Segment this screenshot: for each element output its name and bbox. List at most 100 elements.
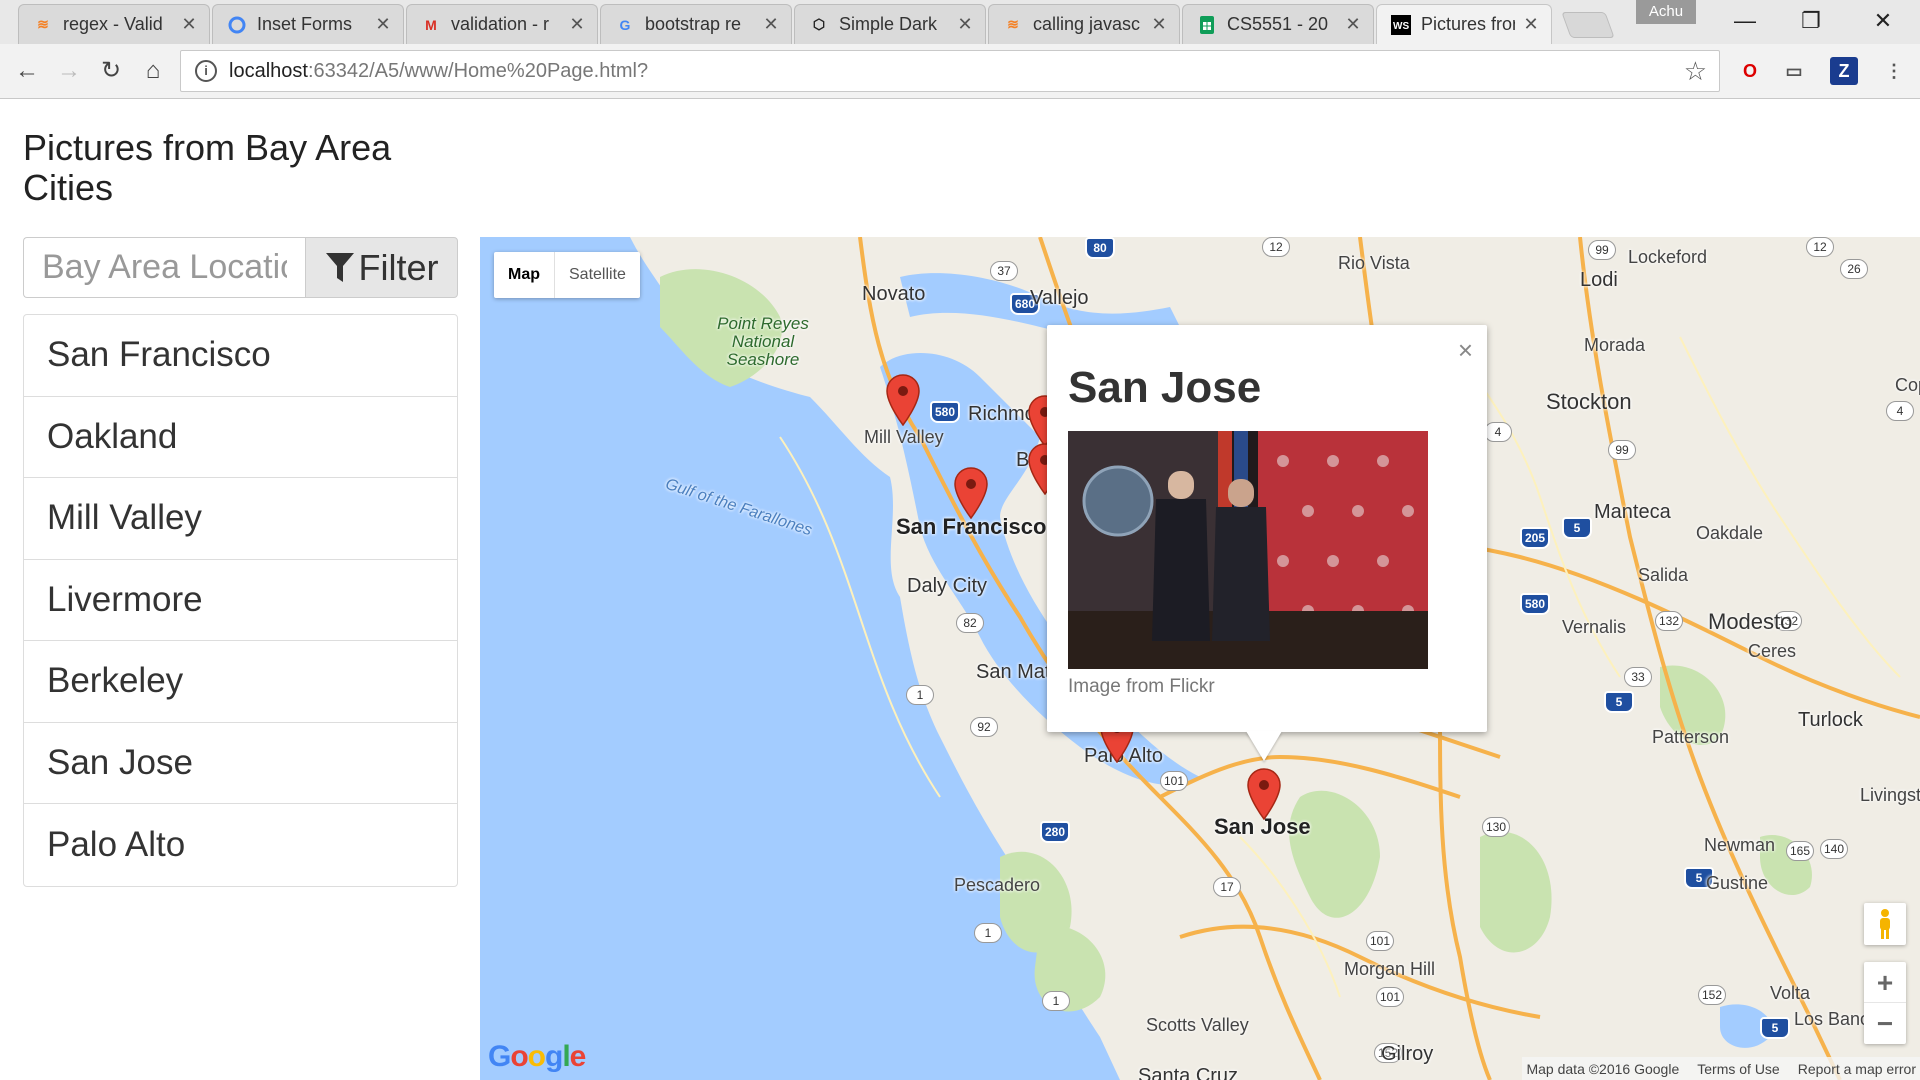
close-tab-icon[interactable]: ✕ [1343,14,1363,35]
address-bar[interactable]: i localhost:63342/A5/www/Home%20Page.htm… [180,50,1720,92]
close-tab-icon[interactable]: ✕ [567,14,587,35]
street-view-pegman-icon[interactable] [1864,903,1906,945]
location-search-group: Filter [23,237,458,298]
browser-chrome: ≋ regex - Valid ✕ Inset Forms ✕ M valida… [0,0,1920,99]
tab-pictures-active[interactable]: WS Pictures fron ✕ [1376,4,1552,44]
tab-validation[interactable]: M validation - r ✕ [406,4,598,44]
menu-kebab-icon[interactable]: ⋮ [1880,57,1908,85]
route-1-shield: 1 [906,685,934,705]
url-host: localhost [229,59,308,82]
label-lockeford: Lockeford [1628,247,1708,267]
google-icon: G [619,16,631,33]
close-tab-icon[interactable]: ✕ [1521,14,1541,35]
marker-san-jose[interactable] [1247,768,1281,820]
profile-badge[interactable]: Achu [1636,0,1696,24]
city-item-palo-alto[interactable]: Palo Alto [24,804,457,886]
label-modesto: Modesto [1708,609,1793,634]
label-point-reyes: Point Reyes National Seashore [717,314,809,369]
back-arrow-icon[interactable]: ← [10,54,44,88]
svg-text:WS: WS [1393,21,1409,32]
home-icon[interactable]: ⌂ [136,54,170,88]
route-37-shield: 37 [990,261,1018,281]
label-santa-cruz: Santa Cruz [1138,1065,1239,1080]
route-152-shield: 152 [1698,985,1726,1005]
stackoverflow-icon: ≋ [1007,16,1019,32]
map-type-satellite-button[interactable]: Satellite [555,252,640,298]
tab-bootstrap[interactable]: G bootstrap re ✕ [600,4,792,44]
label-daly-city: Daly City [907,575,988,597]
label-gustine: Gustine [1706,873,1769,893]
label-morada: Morada [1584,335,1646,355]
city-item-mill-valley[interactable]: Mill Valley [24,478,457,560]
route-101-shield: 101 [1160,771,1188,791]
report-map-error-link[interactable]: Report a map error [1798,1061,1916,1077]
url-path: :63342/A5/www/Home%20Page.html? [307,59,649,82]
interstate-5-shield: 5 [1562,517,1592,539]
url-text[interactable]: localhost:63342/A5/www/Home%20Page.html? [229,60,1684,83]
interstate-5-south-shield: 5 [1604,691,1634,713]
tab-regex[interactable]: ≋ regex - Valid ✕ [18,4,210,44]
label-patterson: Patterson [1652,727,1730,747]
route-1-south-shield: 1 [974,923,1002,943]
zoom-control: + − [1864,962,1906,1044]
terms-of-use-link[interactable]: Terms of Use [1697,1061,1779,1077]
label-oakdale: Oakdale [1696,523,1764,543]
stackoverflow-icon: ≋ [37,16,49,32]
route-99-shield: 99 [1588,240,1616,260]
zotero-extension-icon[interactable]: Z [1830,57,1858,85]
route-4-shield: 4 [1484,422,1512,442]
opera-extension-icon[interactable]: O [1736,57,1764,85]
city-item-san-francisco[interactable]: San Francisco [24,315,457,397]
close-tab-icon[interactable]: ✕ [1149,14,1169,35]
cast-icon[interactable]: ▭ [1780,57,1808,85]
info-window-close-icon[interactable]: × [1458,335,1473,366]
label-san-mateo: San Mat [976,661,1051,683]
label-vallejo: Vallejo [1030,287,1089,309]
city-item-livermore[interactable]: Livermore [24,560,457,641]
minimize-icon[interactable]: — [1720,6,1770,36]
label-rio-vista: Rio Vista [1338,253,1410,273]
tab-inset-forms[interactable]: Inset Forms ✕ [212,4,404,44]
new-tab-button[interactable] [1561,12,1615,38]
city-item-san-jose[interactable]: San Jose [24,723,457,804]
page-title: Pictures from Bay Area Cities [23,127,392,208]
route-132-shield: 132 [1655,611,1683,631]
marker-mill-valley[interactable] [886,374,920,426]
forward-arrow-icon[interactable]: → [52,54,86,88]
close-tab-icon[interactable]: ✕ [179,14,199,35]
reload-icon[interactable]: ↻ [94,54,128,88]
city-item-oakland[interactable]: Oakland [24,397,457,478]
zoom-in-icon[interactable]: + [1864,962,1906,1003]
close-tab-icon[interactable]: ✕ [373,14,393,35]
filter-label: Filter [358,246,439,288]
marker-san-francisco[interactable] [954,467,988,519]
interstate-5-volta-shield: 5 [1760,1017,1790,1039]
label-gilroy: Gilroy [1381,1043,1434,1065]
browser-toolbar: ← → ↻ ⌂ i localhost:63342/A5/www/Home%20… [0,44,1920,99]
restore-icon[interactable]: ❐ [1786,6,1836,36]
label-livingston: Livingst [1860,785,1920,805]
google-map[interactable]: 80 680 580 280 205 580 5 5 5 5 37 12 99 … [480,237,1920,1080]
label-ceres: Ceres [1748,641,1797,661]
gmail-icon: M [425,16,437,33]
city-item-berkeley[interactable]: Berkeley [24,641,457,723]
tab-cs5551[interactable]: CS5551 - 20 ✕ [1182,4,1374,44]
close-tab-icon[interactable]: ✕ [955,14,975,35]
map-type-map-button[interactable]: Map [494,252,555,298]
map-data-text: Map data ©2016 Google [1526,1060,1680,1077]
tab-simple-dark[interactable]: ⬡ Simple Dark ✕ [794,4,986,44]
route-33-shield: 33 [1624,667,1652,687]
route-17-shield: 17 [1213,877,1241,897]
bookmark-star-icon[interactable]: ☆ [1684,56,1707,87]
label-newman: Newman [1704,835,1776,855]
tab-calling-javascript[interactable]: ≋ calling javasc ✕ [988,4,1180,44]
label-cop: Cop [1895,375,1920,395]
circle-icon [227,15,247,35]
filter-button[interactable]: Filter [305,237,458,298]
info-icon[interactable]: i [195,60,217,82]
close-window-icon[interactable]: ✕ [1858,6,1908,36]
route-1-cruz-shield: 1 [1042,991,1070,1011]
close-tab-icon[interactable]: ✕ [761,14,781,35]
location-search-input[interactable] [23,237,305,298]
zoom-out-icon[interactable]: − [1864,1003,1906,1044]
